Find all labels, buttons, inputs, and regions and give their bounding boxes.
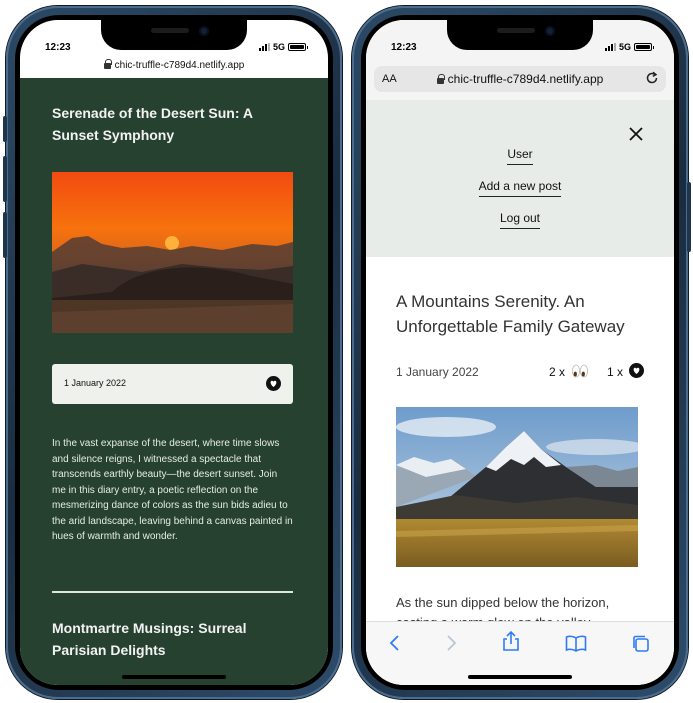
battery-icon <box>288 43 308 51</box>
nav-menu: User Add a new post Log out <box>366 100 674 257</box>
reload-icon[interactable] <box>644 70 660 89</box>
url-text: chic-truffle-c789d4.netlify.app <box>447 72 604 86</box>
status-time: 12:23 <box>391 42 417 53</box>
post-image-mountain[interactable] <box>396 407 638 567</box>
menu-item-add-post[interactable]: Add a new post <box>366 179 674 197</box>
post-title: A Mountains Serenity. An Unforgettable F… <box>396 292 625 336</box>
eyes-icon[interactable] <box>571 364 589 381</box>
back-icon[interactable] <box>388 634 402 657</box>
post-title[interactable]: Serenade of the Desert Sun: A Sunset Sym… <box>52 102 282 146</box>
post-meta-bar: 1 January 2022 <box>52 364 293 404</box>
post-date: 1 January 2022 <box>64 378 127 388</box>
left-phone-frame: 12:23 5G chic-truffle-c789d4.netlify.app… <box>3 6 342 699</box>
battery-icon <box>634 43 654 51</box>
left-screen: 12:23 5G chic-truffle-c789d4.netlify.app… <box>20 20 328 685</box>
post-divider <box>52 591 293 593</box>
heart-icon[interactable] <box>629 363 644 381</box>
tabs-icon[interactable] <box>631 634 651 659</box>
next-post-title[interactable]: Montmartre Musings: Surreal Parisian Del… <box>52 617 282 661</box>
blog-feed: Serenade of the Desert Sun: A Sunset Sym… <box>20 78 328 685</box>
bookmarks-icon[interactable] <box>565 634 587 657</box>
address-bar[interactable]: AA chic-truffle-c789d4.netlify.app <box>374 66 666 92</box>
reactions: 2 x 1 x <box>549 363 644 381</box>
notch <box>447 20 593 50</box>
volume-down-button <box>3 212 7 258</box>
browser-toolbar <box>366 621 674 685</box>
notch <box>101 20 247 50</box>
menu-item-user[interactable]: User <box>366 147 674 165</box>
post-excerpt: In the vast expanse of the desert, where… <box>52 438 293 542</box>
network-label: 5G <box>272 42 285 52</box>
power-button <box>687 182 691 252</box>
right-screen: 12:23 5G AA chic-truffle-c789d4.netlify.… <box>366 20 674 685</box>
signal-icon <box>604 43 616 51</box>
menu-item-logout[interactable]: Log out <box>366 211 674 229</box>
signal-icon <box>258 43 270 51</box>
post-date: 1 January 2022 <box>396 365 479 379</box>
heart-icon[interactable] <box>266 376 281 396</box>
heart-count: 1 x <box>606 365 623 379</box>
eyes-count: 2 x <box>548 365 565 379</box>
network-label: 5G <box>618 42 631 52</box>
share-icon[interactable] <box>502 630 520 657</box>
forward-icon[interactable] <box>444 634 458 657</box>
lock-icon <box>436 74 445 84</box>
post-image-desert-sunset[interactable] <box>52 172 293 333</box>
home-indicator[interactable] <box>468 675 572 679</box>
volume-up-button <box>3 156 7 202</box>
status-time: 12:23 <box>45 42 71 53</box>
home-indicator[interactable] <box>122 675 226 679</box>
right-phone-frame: 12:23 5G AA chic-truffle-c789d4.netlify.… <box>352 6 691 699</box>
close-icon[interactable] <box>628 126 644 147</box>
mute-switch <box>3 116 7 142</box>
